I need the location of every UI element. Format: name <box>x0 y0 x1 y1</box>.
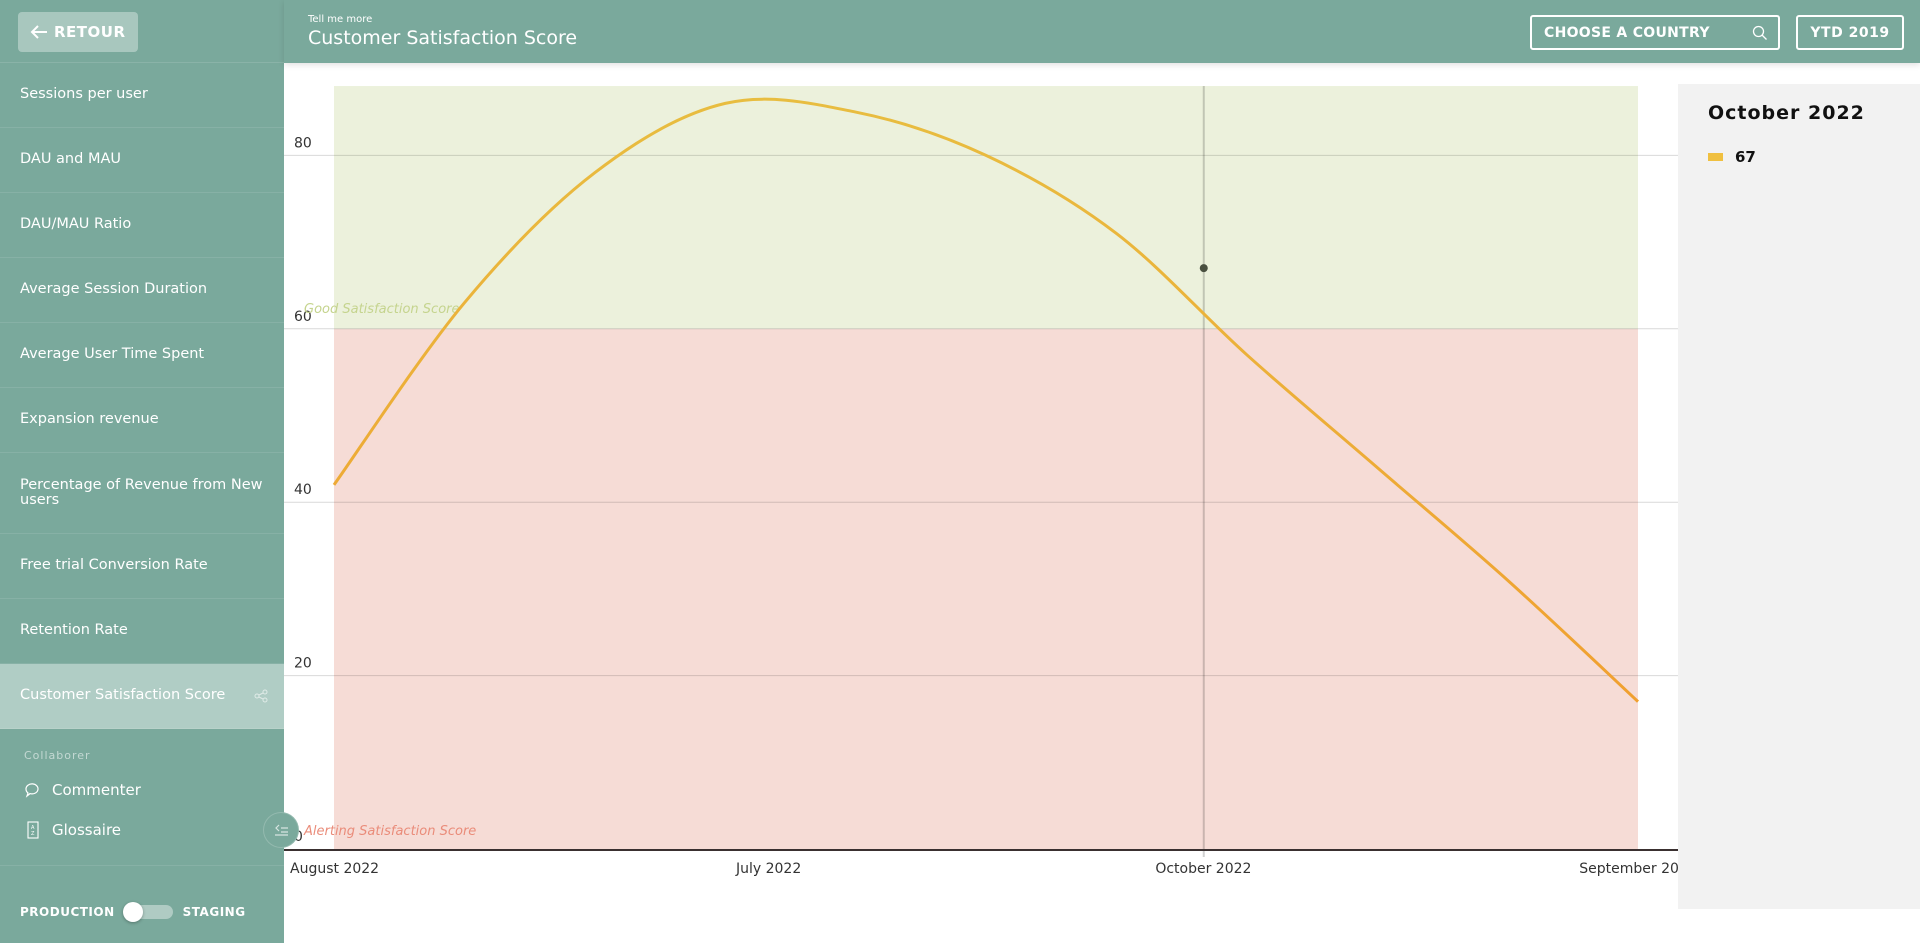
x-tick-label: September 2022 <box>1579 861 1678 877</box>
band-alert <box>334 328 1638 849</box>
page-title: Customer Satisfaction Score <box>308 27 578 49</box>
env-left-label: PRODUCTION <box>20 905 115 919</box>
sidebar-item[interactable]: Expansion revenue <box>0 388 284 453</box>
sidebar-item-label: Expansion revenue <box>20 411 159 428</box>
sidebar-item-label: Percentage of Revenue from New users <box>20 476 263 508</box>
sidebar-item-label: Customer Satisfaction Score <box>20 687 226 704</box>
x-tick-label: July 2022 <box>735 861 801 877</box>
collapse-menu-icon <box>275 824 288 836</box>
page-subtitle: Tell me more <box>308 14 373 25</box>
x-tick-label: August 2022 <box>290 861 379 877</box>
sidebar-item[interactable]: Free trial Conversion Rate <box>0 534 284 599</box>
env-right-label: STAGING <box>182 905 246 919</box>
nav-list: Sessions per user DAU and MAU DAU/MAU Rati… <box>0 63 284 729</box>
comment-icon <box>25 783 39 798</box>
period-button[interactable]: YTD 2019 <box>1796 15 1904 50</box>
env-toggle: PRODUCTION STAGING <box>20 902 246 922</box>
y-tick-label: 20 <box>294 656 312 672</box>
sidebar-item[interactable]: DAU and MAU <box>0 128 284 193</box>
sidebar-item[interactable]: Customer Satisfaction Score <box>0 664 284 729</box>
sidebar-item[interactable]: Retention Rate <box>0 599 284 664</box>
collab-item-glossaire[interactable]: AZ Glossaire <box>0 810 284 850</box>
sidebar-item-label: Average User Time Spent <box>20 346 205 363</box>
divider <box>0 865 284 866</box>
y-tick-label: 80 <box>294 135 312 151</box>
back-label: RETOUR <box>54 23 126 41</box>
sidebar-item-label: Free trial Conversion Rate <box>20 557 208 574</box>
back-button[interactable]: RETOUR <box>18 12 138 52</box>
collab-item-commenter[interactable]: Commenter <box>0 770 284 810</box>
share-icon[interactable] <box>254 689 268 703</box>
glossary-icon: AZ <box>27 821 39 839</box>
sidebar-item[interactable]: Average Session Duration <box>0 258 284 323</box>
sidebar-item-label: Sessions per user <box>20 86 148 103</box>
svg-text:Z: Z <box>31 831 35 837</box>
sidebar-item[interactable]: Average User Time Spent <box>0 323 284 388</box>
highlight-point <box>1199 264 1208 273</box>
sidebar-item[interactable]: Percentage of Revenue from New users <box>0 453 284 534</box>
sidebar-item-label: DAU and MAU <box>20 151 121 168</box>
arrow-left-icon <box>30 25 47 39</box>
search-icon <box>1752 25 1767 40</box>
band-label-good: Good Satisfaction Score <box>304 302 460 317</box>
country-select[interactable]: CHOOSE A COUNTRY <box>1530 15 1780 50</box>
y-tick-label: 40 <box>294 482 312 498</box>
band-good <box>334 86 1638 329</box>
collab-label: Commenter <box>52 781 141 799</box>
chart-area: 0 20 40 60 80 Good Satisfaction Score Alerting… <box>284 63 1697 943</box>
country-placeholder: CHOOSE A COUNTRY <box>1544 24 1710 41</box>
legend-entry: 67 <box>1708 148 1756 166</box>
legend-swatch <box>1708 153 1723 161</box>
back-wrap: RETOUR <box>0 0 284 63</box>
legend-month: October 2022 <box>1708 102 1865 124</box>
line-chart[interactable]: 020406080Good Satisfaction ScoreAlerting… <box>284 63 1697 943</box>
band-label-alert: Alerting Satisfaction Score <box>303 824 476 839</box>
legend-panel: October 2022 67 <box>1678 84 1920 909</box>
collab-label: Glossaire <box>52 821 122 839</box>
collab-title: Collaborer <box>24 749 91 762</box>
sidebar-item-label: Retention Rate <box>20 622 128 639</box>
sidebar: RETOUR Sessions per user DAU and MAU DAU/M… <box>0 0 284 943</box>
sidebar-item[interactable]: DAU/MAU Ratio <box>0 193 284 258</box>
topbar: Tell me more Customer Satisfaction Score… <box>284 0 1920 63</box>
sidebar-item-label: DAU/MAU Ratio <box>20 216 132 233</box>
env-switch[interactable] <box>122 902 173 922</box>
switch-knob <box>122 902 143 922</box>
x-tick-label: October 2022 <box>1155 861 1251 877</box>
legend-value: 67 <box>1735 148 1756 166</box>
sidebar-item-label: Average Session Duration <box>20 281 208 298</box>
sidebar-item[interactable]: Sessions per user <box>0 63 284 128</box>
collapse-sidebar-button[interactable] <box>263 812 299 848</box>
